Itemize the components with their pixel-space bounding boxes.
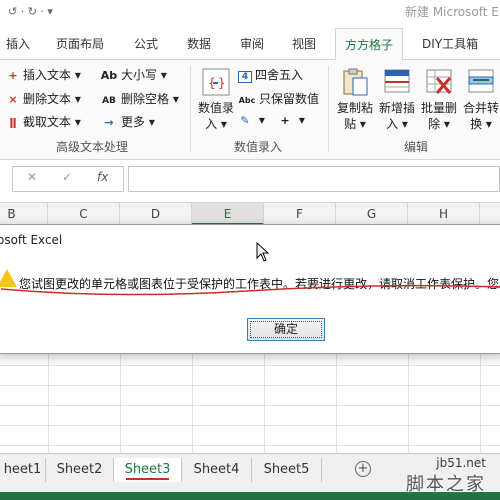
- quick-access-toolbar[interactable]: ↺ · ↻ · ▾: [8, 5, 53, 18]
- tab-formulas[interactable]: 公式: [134, 35, 158, 52]
- group-label-edit: 编辑: [404, 140, 429, 154]
- round-label: 四舍五入: [255, 68, 304, 82]
- batch-delete-button[interactable]: 批量删 除 ▾: [416, 66, 462, 132]
- number-entry-label-2: 入: [205, 117, 218, 131]
- insert-text-label: 插入文本: [23, 68, 72, 82]
- keep-values-icon: Abc: [238, 96, 256, 105]
- title-bar: ↺ · ↻ · ▾ 新建 Microsoft E: [0, 0, 500, 26]
- delete-spaces-button[interactable]: AB 删除空格 ▾: [100, 90, 179, 107]
- new-insert-label: 新增插: [378, 101, 415, 115]
- extract-text-icon: ǁ: [9, 116, 17, 129]
- extract-text-button[interactable]: ǁ 截取文本 ▾: [6, 113, 80, 130]
- new-insert-label-2: 入: [386, 117, 399, 131]
- insert-function-icon[interactable]: fx: [97, 170, 108, 184]
- merge-convert-button[interactable]: 合并转 换 ▾: [458, 66, 500, 132]
- copy-paste-button[interactable]: 复制粘 贴 ▾: [332, 66, 378, 132]
- mouse-cursor-icon: [256, 242, 270, 262]
- sheet-tab-3-label: Sheet3: [124, 462, 171, 477]
- extract-text-label: 截取文本: [23, 115, 72, 129]
- column-header-h[interactable]: H: [408, 203, 480, 225]
- round-icon: 4: [238, 71, 252, 83]
- column-header-e[interactable]: E: [192, 203, 264, 225]
- merge-convert-label-2: 换: [470, 117, 483, 131]
- sheet-tab-3[interactable]: Sheet3: [114, 458, 182, 482]
- sheet-tab-1[interactable]: heet1: [0, 458, 46, 482]
- column-headers: B C D E F G H: [0, 202, 500, 225]
- window-title: 新建 Microsoft E: [405, 5, 499, 19]
- tab-data[interactable]: 数据: [187, 35, 211, 52]
- tab-page-layout[interactable]: 页面布局: [56, 35, 104, 52]
- ribbon: + 插入文本 ▾ × 删除文本 ▾ ǁ 截取文本 ▾ Ab 大小写 ▾ AB 删除空格 ▾…: [0, 60, 500, 160]
- insert-text-button[interactable]: + 插入文本 ▾: [6, 66, 80, 83]
- ribbon-tabs: 插入 页面布局 公式 数据 审阅 视图 方方格子 DIY工具箱: [0, 26, 500, 61]
- edit-dropdown-button[interactable]: ✎ ▾: [238, 113, 264, 127]
- case-button[interactable]: Ab 大小写 ▾: [100, 66, 167, 83]
- confirm-icon[interactable]: ✓: [62, 170, 72, 184]
- tab-view[interactable]: 视图: [292, 35, 316, 52]
- copy-paste-label: 复制粘: [336, 101, 373, 115]
- pencil-icon: ✎: [240, 114, 250, 127]
- formula-bar: ✕ ✓ fx: [0, 160, 500, 200]
- number-entry-label: 数值录: [197, 101, 234, 115]
- merge-cells-icon: [465, 66, 497, 98]
- tab-review[interactable]: 审阅: [240, 35, 264, 52]
- column-header-g[interactable]: G: [336, 203, 408, 225]
- group-label-text: 高级文本处理: [56, 140, 129, 154]
- svg-text:}: }: [218, 76, 226, 90]
- tab-diy-toolbox[interactable]: DIY工具箱: [422, 35, 478, 52]
- batch-delete-label-2: 除: [428, 117, 441, 131]
- column-header-f[interactable]: F: [264, 203, 336, 225]
- clipboard-icon: [339, 66, 371, 98]
- delete-table-icon: [423, 66, 455, 98]
- round-button[interactable]: 4 四舍五入: [238, 66, 303, 83]
- delete-text-button[interactable]: × 删除文本 ▾: [6, 90, 80, 107]
- insert-text-icon: +: [8, 69, 18, 82]
- column-header-c[interactable]: C: [48, 203, 120, 225]
- sheet-tab-4[interactable]: Sheet4: [182, 458, 252, 482]
- plus-dropdown-button[interactable]: + ▾: [278, 113, 304, 127]
- group-separator: [190, 66, 191, 152]
- column-header-d[interactable]: D: [120, 203, 192, 225]
- plus-icon: +: [280, 114, 290, 127]
- watermark: jb51.net 脚本之家: [406, 456, 486, 496]
- sheet-tab-2[interactable]: Sheet2: [46, 458, 114, 482]
- group-label-entry: 数值录入: [234, 140, 283, 154]
- delete-spaces-label: 删除空格: [121, 92, 170, 106]
- arrow-right-icon: →: [104, 116, 114, 129]
- number-entry-icon: { }: [200, 66, 232, 98]
- delete-spaces-icon: AB: [102, 96, 116, 106]
- case-icon: Ab: [100, 69, 118, 82]
- more-label: 更多: [121, 115, 146, 129]
- formula-input[interactable]: [128, 166, 500, 192]
- add-sheet-icon[interactable]: +: [355, 461, 371, 477]
- keep-values-label: 只保留数值: [259, 92, 320, 106]
- tab-insert[interactable]: 插入: [6, 35, 30, 52]
- new-insert-button[interactable]: 新增插 入 ▾: [374, 66, 420, 132]
- ok-button[interactable]: 确定: [247, 318, 325, 341]
- cancel-icon[interactable]: ✕: [27, 170, 37, 184]
- protected-sheet-dialog: osoft Excel 您试图更改的单元格或图表位于受保护的工作表中。若要进行更…: [0, 224, 500, 354]
- number-entry-button[interactable]: { } 数值录 入 ▾: [193, 66, 239, 132]
- copy-paste-label-2: 贴: [344, 117, 357, 131]
- delete-text-label: 删除文本: [23, 92, 72, 106]
- insert-rows-icon: [381, 66, 413, 98]
- keep-values-button[interactable]: Abc 只保留数值: [238, 90, 319, 107]
- batch-delete-label: 批量删: [420, 101, 457, 115]
- sheet-tab-5[interactable]: Sheet5: [252, 458, 322, 482]
- delete-text-icon: ×: [8, 93, 18, 106]
- watermark-brand: 脚本之家: [406, 474, 486, 495]
- annotation-underline: [126, 478, 169, 480]
- tab-fangfang-gezi[interactable]: 方方格子: [335, 28, 404, 61]
- annotation-red-line: [0, 284, 500, 296]
- more-button[interactable]: → 更多 ▾: [100, 113, 154, 130]
- merge-convert-label: 合并转: [462, 101, 499, 115]
- column-header-b[interactable]: B: [0, 203, 48, 225]
- group-separator: [328, 66, 329, 152]
- watermark-url: jb51.net: [436, 456, 486, 470]
- case-label: 大小写: [121, 68, 158, 82]
- dialog-title: osoft Excel: [0, 233, 63, 247]
